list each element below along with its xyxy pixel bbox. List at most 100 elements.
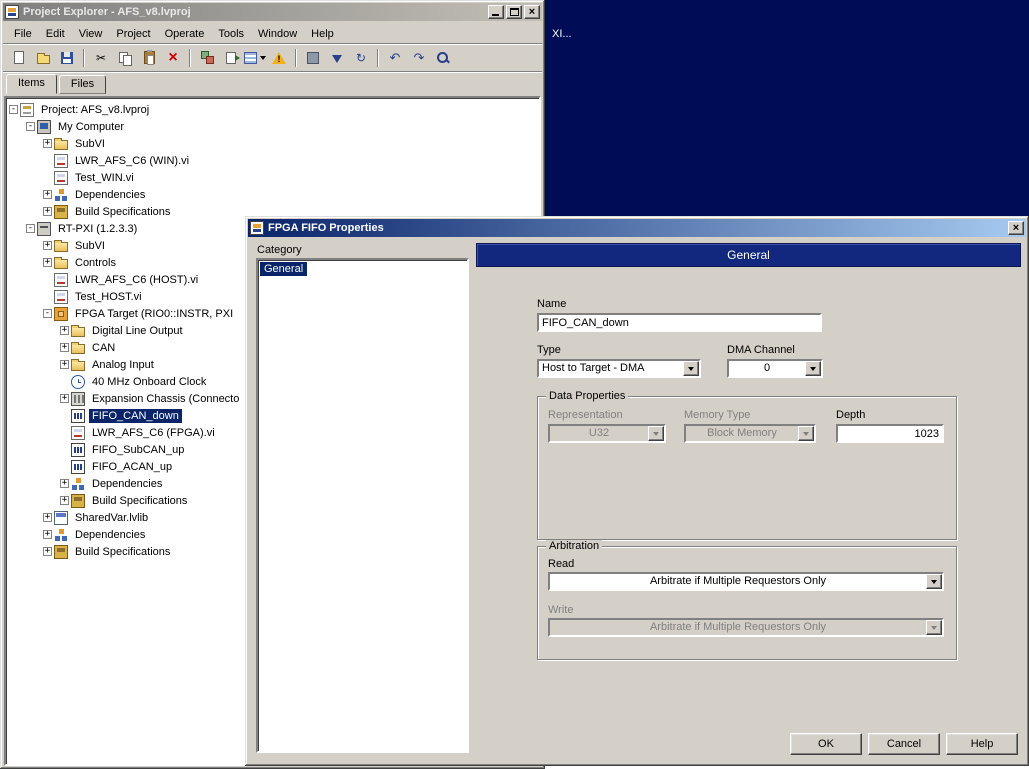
redo-icon — [412, 51, 426, 65]
fpga-target-icon — [54, 306, 68, 321]
resolve-conflicts-button[interactable] — [195, 47, 219, 69]
paste-button[interactable] — [137, 47, 161, 69]
expand-toggle[interactable]: + — [43, 258, 52, 267]
expand-toggle[interactable]: - — [9, 105, 18, 114]
expand-toggle[interactable]: + — [60, 394, 69, 403]
dma-channel-select[interactable]: 0 — [727, 359, 823, 378]
build-spec-icon — [71, 493, 85, 508]
expand-toggle[interactable]: - — [43, 309, 52, 318]
ok-button[interactable]: OK — [790, 733, 862, 755]
deploy-button[interactable] — [325, 47, 349, 69]
tab-strip: Items Files — [0, 72, 545, 94]
cut-button[interactable] — [89, 47, 113, 69]
tree-item-label: Test_HOST.vi — [75, 290, 142, 303]
category-label: Category — [257, 244, 302, 256]
expand-toggle[interactable]: + — [43, 139, 52, 148]
tree-item-label: Dependencies — [92, 477, 163, 490]
expand-toggle[interactable]: + — [43, 241, 52, 250]
undo-button[interactable] — [383, 47, 407, 69]
expand-toggle[interactable]: + — [60, 343, 69, 352]
tree-item[interactable]: LWR_AFS_C6 (WIN).vi — [7, 152, 538, 169]
menu-help[interactable]: Help — [304, 26, 341, 42]
build-button[interactable] — [301, 47, 325, 69]
menu-window[interactable]: Window — [251, 26, 304, 42]
tree-item-label: Dependencies — [75, 188, 146, 201]
expand-toggle[interactable]: + — [60, 326, 69, 335]
tree-item[interactable]: + Dependencies — [7, 186, 538, 203]
find-button[interactable] — [431, 47, 455, 69]
category-list[interactable]: General — [256, 258, 469, 753]
menu-tools[interactable]: Tools — [211, 26, 251, 42]
project-explorer-titlebar[interactable]: Project Explorer - AFS_v8.lvproj × — [3, 3, 542, 21]
tree-item[interactable]: - My Computer — [7, 118, 538, 135]
read-arbitration-value: Arbitrate if Multiple Requestors Only — [649, 575, 827, 587]
depth-input[interactable] — [836, 424, 944, 443]
tree-item[interactable]: - Project: AFS_v8.lvproj — [7, 101, 538, 118]
export-button[interactable] — [219, 47, 243, 69]
expand-toggle[interactable]: + — [43, 207, 52, 216]
chevron-down-icon — [810, 366, 816, 371]
type-select[interactable]: Host to Target - DMA — [537, 359, 701, 378]
new-vi-button[interactable] — [7, 47, 31, 69]
representation-value: U32 — [588, 427, 610, 439]
dma-dropdown-button[interactable] — [805, 361, 821, 376]
menu-project[interactable]: Project — [109, 26, 157, 42]
expand-toggle-slot: + — [58, 343, 71, 352]
minimize-button[interactable] — [488, 5, 504, 19]
memory-type-value: Block Memory — [707, 427, 777, 439]
tab-files[interactable]: Files — [58, 75, 107, 94]
tab-items[interactable]: Items — [6, 74, 57, 94]
open-project-button[interactable] — [31, 47, 55, 69]
vi-icon — [71, 425, 85, 440]
expand-toggle[interactable]: + — [43, 547, 52, 556]
expand-toggle[interactable]: - — [26, 122, 35, 131]
expand-toggle-slot: + — [41, 139, 54, 148]
expand-toggle-slot: + — [41, 241, 54, 250]
menu-file[interactable]: File — [7, 26, 39, 42]
read-dropdown-button[interactable] — [926, 574, 942, 589]
tree-item[interactable]: + SubVI — [7, 135, 538, 152]
fpga-fifo-properties-dialog: FPGA FIFO Properties × Category General … — [245, 216, 1029, 766]
dialog-close-button[interactable]: × — [1008, 221, 1024, 235]
cancel-button[interactable]: Cancel — [868, 733, 940, 755]
write-dropdown-button — [926, 620, 942, 635]
expand-toggle[interactable]: + — [60, 479, 69, 488]
read-arbitration-select[interactable]: Arbitrate if Multiple Requestors Only — [548, 572, 944, 591]
menu-edit[interactable]: Edit — [39, 26, 72, 42]
expand-toggle[interactable]: + — [60, 496, 69, 505]
tree-item-label: SubVI — [75, 239, 105, 252]
refresh-button[interactable] — [349, 47, 373, 69]
memory-type-dropdown-button — [798, 426, 814, 441]
save-all-button[interactable] — [55, 47, 79, 69]
type-dropdown-button[interactable] — [683, 361, 699, 376]
name-input[interactable] — [537, 313, 822, 332]
warning-button[interactable] — [267, 47, 291, 69]
dialog-titlebar[interactable]: FPGA FIFO Properties × — [248, 219, 1026, 237]
dialog-title: FPGA FIFO Properties — [268, 222, 384, 234]
tree-item-label: Dependencies — [75, 528, 146, 541]
save-all-icon — [61, 51, 73, 64]
paste-icon — [143, 50, 155, 65]
tree-item-label: SharedVar.lvlib — [75, 511, 149, 524]
expand-toggle[interactable]: - — [26, 224, 35, 233]
menu-operate[interactable]: Operate — [158, 26, 212, 42]
redo-button[interactable] — [407, 47, 431, 69]
close-button[interactable]: × — [524, 5, 540, 19]
expand-toggle[interactable]: + — [60, 360, 69, 369]
expand-toggle[interactable]: + — [43, 513, 52, 522]
menu-view[interactable]: View — [72, 26, 110, 42]
category-item-general[interactable]: General — [260, 262, 308, 276]
copy-button[interactable] — [113, 47, 137, 69]
help-button[interactable]: Help — [946, 733, 1018, 755]
vi-icon — [54, 153, 68, 168]
delete-button[interactable] — [161, 47, 185, 69]
expand-toggle[interactable]: + — [43, 530, 52, 539]
tree-item[interactable]: Test_WIN.vi — [7, 169, 538, 186]
items-view-button[interactable] — [243, 47, 267, 69]
maximize-button[interactable] — [506, 5, 522, 19]
expand-toggle[interactable]: + — [43, 190, 52, 199]
